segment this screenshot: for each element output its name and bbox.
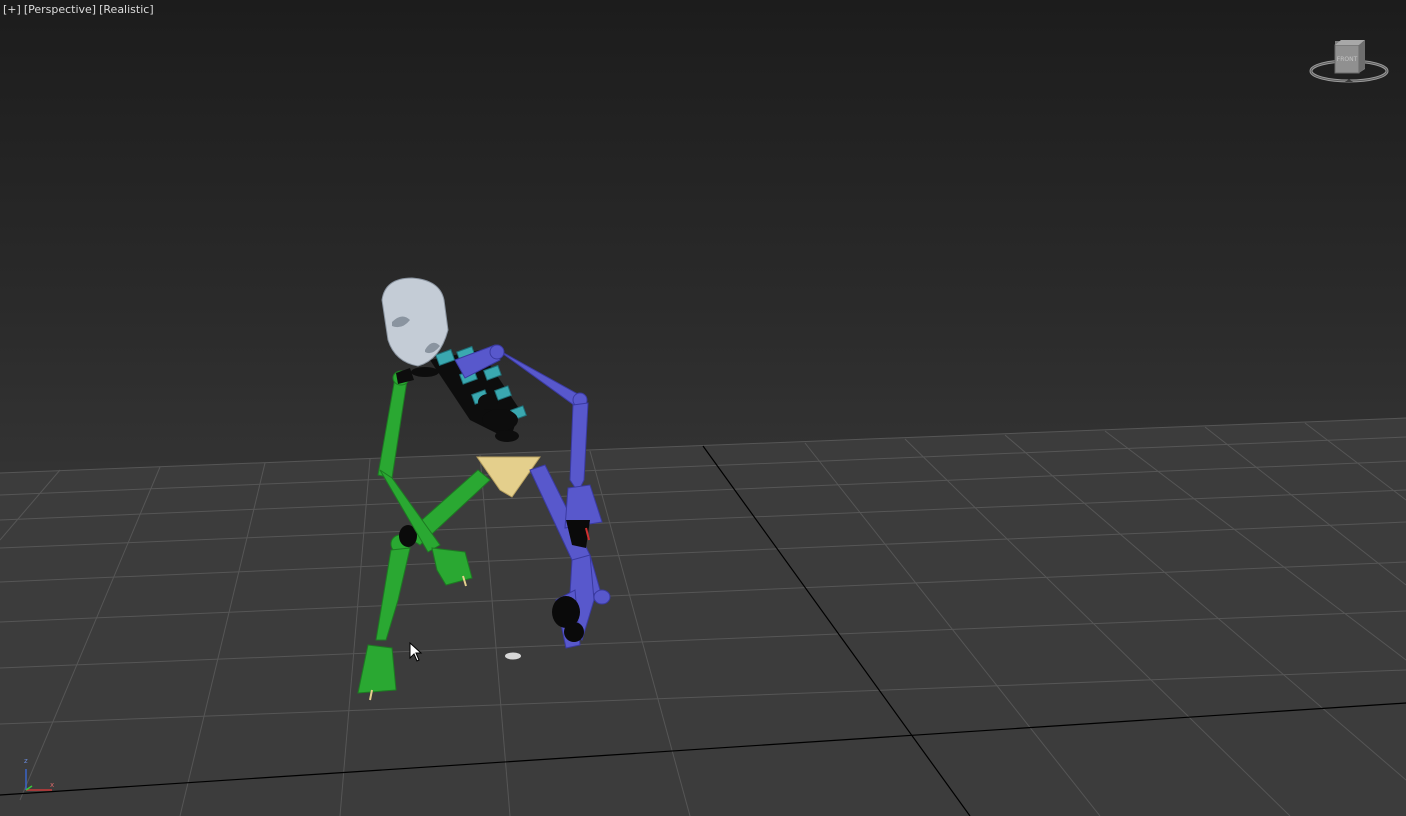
center-of-mass-marker[interactable]	[505, 652, 521, 660]
svg-text:x: x	[50, 781, 54, 789]
viewport-point-of-view-menu[interactable]: [Perspective]	[24, 3, 96, 19]
axis-tripod-icon: z x	[24, 757, 54, 791]
scene-canvas[interactable]	[0, 0, 1406, 816]
perspective-viewport[interactable]: [+] [Perspective] [Realistic] FRONT z x	[0, 0, 1406, 816]
svg-text:z: z	[24, 757, 28, 765]
home-grid	[0, 417, 1406, 816]
viewport-shading-menu[interactable]: [Realistic]	[99, 3, 154, 19]
viewcube-icon[interactable]: FRONT	[1309, 37, 1389, 87]
viewport-general-menu[interactable]: [+]	[3, 3, 21, 19]
viewcube-face-label: FRONT	[1337, 56, 1358, 63]
viewport-label-menu: [+] [Perspective] [Realistic]	[3, 3, 154, 19]
